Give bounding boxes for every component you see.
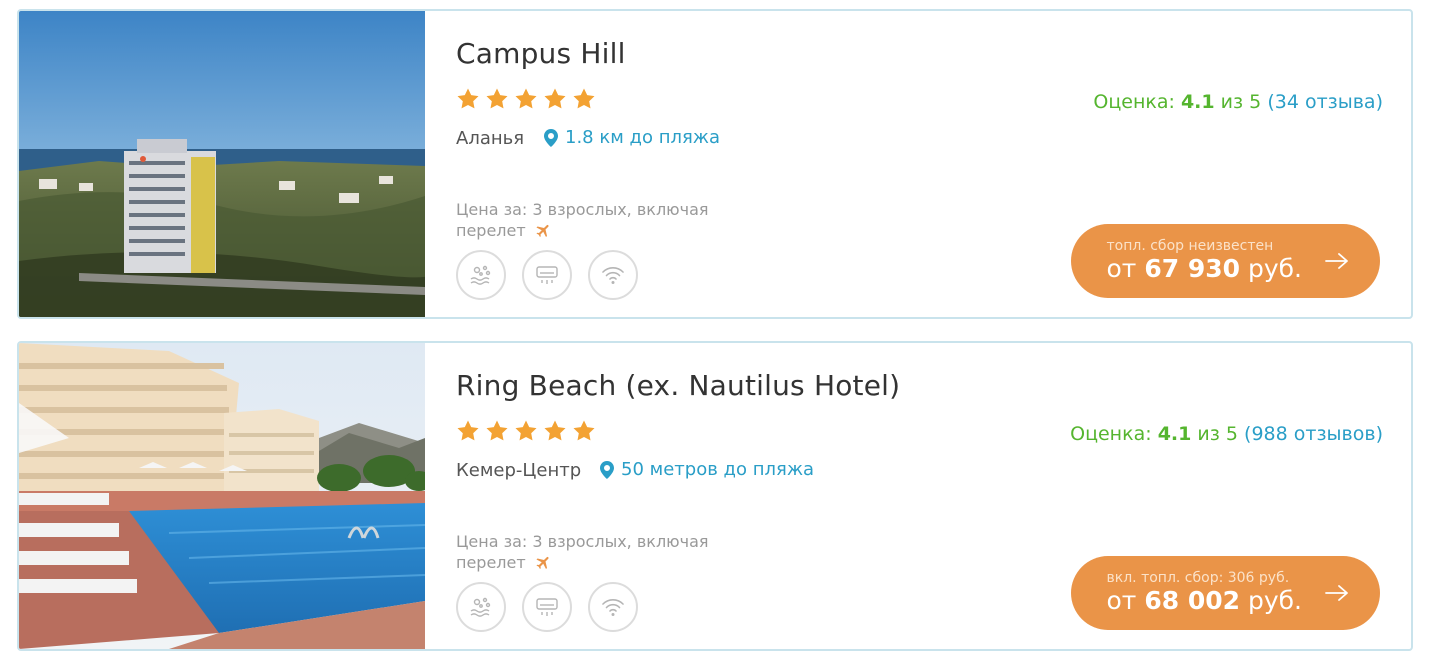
price-note-text: Цена за: 3 взрослых, включая перелет [456, 532, 709, 572]
hotel-card[interactable]: Ring Beach (ex. Nautilus Hotel) Кемер-Це… [17, 341, 1413, 651]
rating-summary: Оценка: 4.1 из 5 (34 отзыва) [1093, 91, 1383, 113]
beach-distance: 1.8 км до пляжа [565, 127, 721, 148]
fuel-fee: топл. сбор неизвестен [1106, 238, 1274, 254]
star-icon [573, 420, 595, 441]
star-rating [456, 87, 596, 111]
price-note: Цена за: 3 взрослых, включая перелет [456, 531, 746, 573]
star-icon [457, 420, 479, 441]
air-conditioner-icon[interactable] [522, 582, 572, 632]
hotel-photo[interactable] [19, 343, 425, 649]
hotel-card[interactable]: Campus Hill Аланья 1.8 км до пляжа Цена … [17, 9, 1413, 319]
rating-label: Оценка: [1093, 91, 1175, 113]
star-icon [515, 420, 537, 441]
star-icon [544, 88, 566, 109]
rating-value: 4.1 [1180, 91, 1215, 113]
price-amount: от 68 002 руб. [1107, 586, 1302, 616]
airplane-icon [536, 224, 549, 238]
airplane-icon [536, 556, 549, 570]
rating-label: Оценка: [1070, 423, 1152, 445]
star-icon [486, 88, 508, 109]
star-rating [456, 419, 596, 443]
map-pin-icon [544, 128, 558, 147]
hotel-name[interactable]: Ring Beach (ex. Nautilus Hotel) [456, 369, 900, 402]
price-prefix: от [1106, 254, 1137, 283]
reviews-link[interactable]: (34 отзыва) [1267, 91, 1383, 113]
hotel-city: Кемер-Центр [456, 460, 582, 481]
price-prefix: от [1106, 586, 1137, 615]
reviews-link[interactable]: (988 отзывов) [1244, 423, 1383, 445]
star-icon [457, 88, 479, 109]
wifi-icon[interactable] [588, 582, 638, 632]
price-value: 68 002 [1144, 586, 1241, 615]
price-amount: от 67 930 руб. [1107, 254, 1302, 284]
wifi-icon[interactable] [588, 250, 638, 300]
amenities [456, 582, 638, 632]
beach-icon[interactable] [456, 582, 506, 632]
rating-scale: из 5 [1197, 423, 1238, 445]
beach-distance-link[interactable]: 50 метров до пляжа [600, 459, 814, 480]
rating-value: 4.1 [1157, 423, 1192, 445]
rating-summary: Оценка: 4.1 из 5 (988 отзывов) [1070, 423, 1383, 445]
hotel-name[interactable]: Campus Hill [456, 37, 626, 70]
star-icon [486, 420, 508, 441]
price-button[interactable]: топл. сбор неизвестен от 67 930 руб. [1070, 224, 1380, 298]
hotel-photo[interactable] [19, 11, 425, 317]
beach-distance: 50 метров до пляжа [621, 459, 815, 480]
fuel-fee: вкл. топл. сбор: 306 руб. [1106, 570, 1290, 586]
beach-distance-link[interactable]: 1.8 км до пляжа [544, 127, 720, 148]
price-value: 67 930 [1144, 254, 1241, 283]
map-pin-icon [600, 460, 614, 479]
air-conditioner-icon[interactable] [522, 250, 572, 300]
price-currency: руб. [1247, 586, 1302, 615]
price-note: Цена за: 3 взрослых, включая перелет [456, 199, 746, 241]
hotel-city: Аланья [456, 128, 525, 149]
arrow-right-icon [1325, 253, 1348, 269]
amenities [456, 250, 638, 300]
price-note-text: Цена за: 3 взрослых, включая перелет [456, 200, 709, 240]
star-icon [515, 88, 537, 109]
star-icon [573, 88, 595, 109]
beach-icon[interactable] [456, 250, 506, 300]
star-icon [544, 420, 566, 441]
rating-scale: из 5 [1220, 91, 1262, 113]
arrow-right-icon [1325, 585, 1348, 601]
hotel-tower-sea-view-image [19, 11, 425, 317]
price-currency: руб. [1247, 254, 1302, 283]
price-button[interactable]: вкл. топл. сбор: 306 руб. от 68 002 руб. [1070, 556, 1380, 630]
hotel-pool-mountains-image [19, 343, 425, 649]
